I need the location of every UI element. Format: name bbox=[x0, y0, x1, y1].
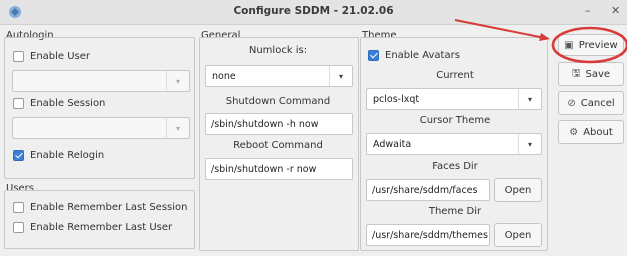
numlock-label: Numlock is: bbox=[248, 45, 308, 56]
current-theme-label: Current bbox=[436, 70, 474, 81]
enable-session-check[interactable] bbox=[13, 98, 24, 109]
numlock-select[interactable]: none ▾ bbox=[205, 65, 353, 87]
preview-label: Preview bbox=[578, 39, 618, 51]
current-theme-select[interactable]: pclos-lxqt ▾ bbox=[366, 88, 542, 110]
shutdown-command-input[interactable]: /sbin/shutdown -h now bbox=[205, 113, 353, 135]
faces-open-button[interactable]: Open bbox=[494, 178, 542, 202]
remember-last-session-checkbox[interactable]: Enable Remember Last Session bbox=[13, 202, 187, 213]
remember-last-user-check[interactable] bbox=[13, 222, 24, 233]
save-button[interactable]: 🖫 Save bbox=[558, 62, 624, 86]
minimize-icon[interactable]: – bbox=[585, 4, 591, 17]
shutdown-label: Shutdown Command bbox=[225, 96, 331, 107]
chevron-down-icon[interactable]: ▾ bbox=[329, 66, 352, 86]
window-title: Configure SDDM - 21.02.06 bbox=[233, 5, 394, 17]
enable-session-checkbox[interactable]: Enable Session bbox=[13, 98, 105, 109]
user-select[interactable]: ▾ bbox=[12, 70, 190, 92]
about-icon: ⚙ bbox=[569, 126, 579, 138]
chevron-down-icon[interactable]: ▾ bbox=[518, 89, 541, 109]
enable-user-checkbox[interactable]: Enable User bbox=[13, 51, 90, 62]
chevron-down-icon[interactable]: ▾ bbox=[518, 134, 541, 154]
cursor-theme-value: Adwaita bbox=[373, 139, 412, 150]
chevron-down-icon[interactable]: ▾ bbox=[166, 118, 189, 138]
session-select[interactable]: ▾ bbox=[12, 117, 190, 139]
theme-dir-label: Theme Dir bbox=[428, 206, 482, 217]
theme-dir-input[interactable]: /usr/share/sddm/themes bbox=[366, 224, 490, 246]
current-theme-value: pclos-lxqt bbox=[373, 94, 420, 105]
reboot-command-input[interactable]: /sbin/shutdown -r now bbox=[205, 158, 353, 180]
save-label: Save bbox=[585, 68, 611, 80]
save-icon: 🖫 bbox=[571, 67, 581, 79]
enable-session-label: Enable Session bbox=[30, 98, 106, 109]
preview-button[interactable]: ▣ Preview bbox=[558, 34, 624, 56]
title-bar: Configure SDDM - 21.02.06 – ✕ bbox=[0, 0, 627, 25]
users-group bbox=[4, 190, 195, 249]
theme-dir-open-button[interactable]: Open bbox=[494, 223, 542, 247]
numlock-value: none bbox=[212, 71, 236, 82]
cancel-icon: ⊘ bbox=[567, 97, 576, 109]
enable-relogin-label: Enable Relogin bbox=[30, 150, 105, 161]
enable-user-label: Enable User bbox=[30, 51, 91, 62]
about-button[interactable]: ⚙ About bbox=[558, 120, 624, 144]
faces-dir-label: Faces Dir bbox=[432, 161, 478, 172]
remember-last-user-checkbox[interactable]: Enable Remember Last User bbox=[13, 222, 172, 233]
cancel-button[interactable]: ⊘ Cancel bbox=[558, 91, 624, 115]
chevron-down-icon[interactable]: ▾ bbox=[166, 71, 189, 91]
enable-avatars-checkbox[interactable]: Enable Avatars bbox=[368, 50, 460, 61]
preview-icon: ▣ bbox=[564, 39, 574, 51]
enable-relogin-check[interactable] bbox=[13, 150, 24, 161]
enable-relogin-checkbox[interactable]: Enable Relogin bbox=[13, 150, 104, 161]
reboot-label: Reboot Command bbox=[233, 140, 323, 151]
enable-avatars-label: Enable Avatars bbox=[385, 50, 460, 61]
enable-user-check[interactable] bbox=[13, 51, 24, 62]
faces-dir-input[interactable]: /usr/share/sddm/faces bbox=[366, 179, 490, 201]
cancel-label: Cancel bbox=[580, 97, 615, 109]
close-icon[interactable]: ✕ bbox=[611, 4, 620, 17]
about-label: About bbox=[583, 126, 613, 138]
enable-avatars-check[interactable] bbox=[368, 50, 379, 61]
cursor-theme-select[interactable]: Adwaita ▾ bbox=[366, 133, 542, 155]
remember-last-user-label: Enable Remember Last User bbox=[30, 222, 173, 233]
remember-last-session-label: Enable Remember Last Session bbox=[30, 202, 188, 213]
remember-last-session-check[interactable] bbox=[13, 202, 24, 213]
cursor-theme-label: Cursor Theme bbox=[419, 115, 491, 126]
